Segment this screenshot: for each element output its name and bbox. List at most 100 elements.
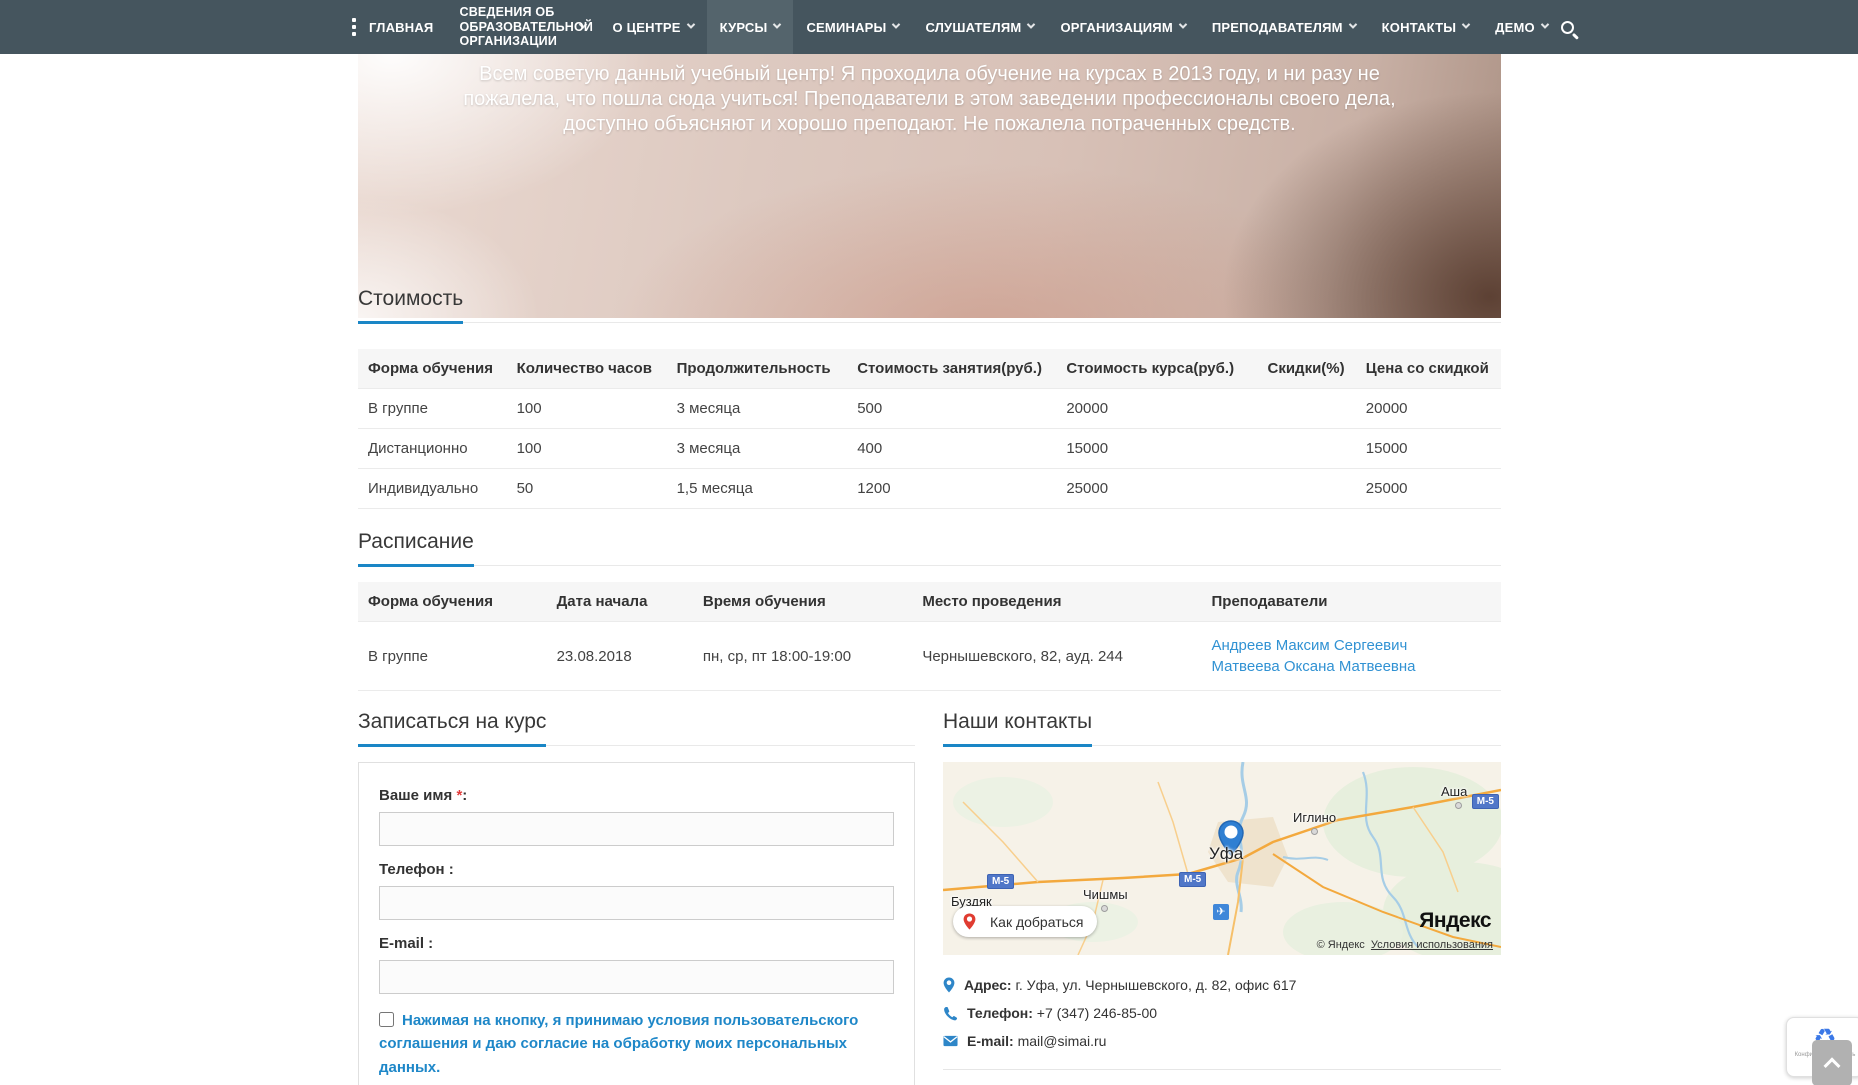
phone-input[interactable] [379, 886, 894, 920]
cost-section-head: Стоимость [358, 287, 1501, 323]
contacts-section-head: Наши контакты [943, 710, 1501, 746]
nav-item-demo[interactable]: ДЕМО [1482, 0, 1561, 54]
nav-item-about[interactable]: О ЦЕНТРЕ [599, 0, 706, 54]
nav-item-home[interactable]: ГЛАВНАЯ [356, 0, 446, 54]
schedule-title: Расписание [358, 530, 474, 567]
map-label-chishmy: Чишмы [1083, 887, 1128, 902]
col-header: Место проведения [912, 582, 1201, 622]
address-label: Адрес: [964, 977, 1012, 993]
scroll-to-top-button[interactable] [1812, 1040, 1852, 1085]
cell: 15000 [1056, 429, 1257, 469]
chevron-up-icon [1824, 1057, 1841, 1074]
chevron-down-icon [1027, 20, 1035, 28]
cell: 25000 [1356, 469, 1501, 509]
cell: 20000 [1056, 389, 1257, 429]
schedule-section: Расписание Форма обучения Дата начала Вр… [358, 530, 1501, 691]
page: ГЛАВНАЯ СВЕДЕНИЯ ОБ ОБРАЗОВАТЕЛЬНОЙ ОРГА… [0, 0, 1858, 1085]
col-header: Продолжительность [667, 349, 848, 389]
cell: Дистанционно [358, 429, 507, 469]
top-navigation: ГЛАВНАЯ СВЕДЕНИЯ ОБ ОБРАЗОВАТЕЛЬНОЙ ОРГА… [0, 0, 1858, 54]
cell: В группе [358, 389, 507, 429]
consent-row: Нажимая на кнопку, я принимаю условия по… [379, 1009, 894, 1079]
search-icon[interactable] [1561, 0, 1574, 54]
phone-label: Телефон: [967, 1005, 1033, 1021]
col-header: Дата начала [547, 582, 693, 622]
col-header: Цена со скидкой [1356, 349, 1501, 389]
phone-value: +7 (347) 246-85-00 [1037, 1005, 1157, 1021]
cell: 1,5 месяца [667, 469, 848, 509]
divider [943, 1069, 1501, 1070]
map-label-iglino: Иглино [1293, 810, 1336, 825]
cost-title: Стоимость [358, 287, 463, 324]
road-badge-m5: М-5 [1179, 872, 1206, 887]
map-town-dot [1311, 828, 1318, 835]
cell: 500 [847, 389, 1056, 429]
nav-inner: ГЛАВНАЯ СВЕДЕНИЯ ОБ ОБРАЗОВАТЕЛЬНОЙ ОРГА… [352, 0, 1512, 54]
contact-list: Адрес: г. Уфа, ул. Чернышевского, д. 82,… [943, 977, 1501, 1070]
nav-item-organizations[interactable]: ОРГАНИЗАЦИЯМ [1047, 0, 1198, 54]
consent-checkbox[interactable] [379, 1012, 394, 1027]
signup-title: Записаться на курс [358, 710, 546, 747]
map-label-ufa: Уфа [1209, 844, 1243, 864]
road-badge-m5: М-5 [1472, 794, 1499, 809]
chevron-down-icon [892, 20, 900, 28]
hero-testimonial-banner: Всем советую данный учебный центр! Я про… [358, 54, 1501, 318]
cost-table: Форма обучения Количество часов Продолжи… [358, 349, 1501, 509]
teachers-cell: Андреев Максим Сергеевич Матвеева Оксана… [1202, 622, 1501, 691]
contacts-section: Наши контакты А [943, 710, 1501, 1070]
name-input[interactable] [379, 812, 894, 846]
name-label: Ваше имя *: [379, 787, 894, 804]
signup-section-head: Записаться на курс [358, 710, 915, 746]
cell: В группе [358, 622, 547, 691]
map-attribution: © Яндекс Условия использования [1317, 939, 1493, 951]
col-header: Время обучения [693, 582, 912, 622]
chevron-down-icon [1541, 20, 1549, 28]
cell: 23.08.2018 [547, 622, 693, 691]
yandex-map[interactable]: Аша М-5 Иглино Уфа М-5 М-5 Чишмы Буздяк … [943, 762, 1501, 955]
cell: 25000 [1056, 469, 1257, 509]
map-label-asha: Аша [1441, 784, 1467, 799]
address-value: г. Уфа, ул. Чернышевского, д. 82, офис 6… [1016, 977, 1297, 993]
testimonial-text: Всем советую данный учебный центр! Я про… [457, 62, 1402, 137]
contact-address-row: Адрес: г. Уфа, ул. Чернышевского, д. 82,… [943, 977, 1501, 993]
cell: 3 месяца [667, 389, 848, 429]
nav-item-listeners[interactable]: СЛУШАТЕЛЯМ [912, 0, 1047, 54]
nav-item-contacts[interactable]: КОНТАКТЫ [1369, 0, 1482, 54]
table-row: В группе 100 3 месяца 500 20000 20000 [358, 389, 1501, 429]
phone-icon [943, 1006, 958, 1021]
contact-email-row: E-mail: mail@simai.ru [943, 1033, 1501, 1049]
chevron-down-icon [1179, 20, 1187, 28]
col-header: Количество часов [507, 349, 667, 389]
email-input[interactable] [379, 960, 894, 994]
col-header: Стоимость занятия(руб.) [847, 349, 1056, 389]
cell: 100 [507, 429, 667, 469]
cell: 20000 [1356, 389, 1501, 429]
cell: Чернышевского, 82, ауд. 244 [912, 622, 1201, 691]
chevron-down-icon [1462, 20, 1470, 28]
teacher-link[interactable]: Матвеева Оксана Матвеевна [1212, 658, 1491, 675]
teacher-link[interactable]: Андреев Максим Сергеевич [1212, 637, 1491, 654]
nav-item-org-info[interactable]: СВЕДЕНИЯ ОБ ОБРАЗОВАТЕЛЬНОЙ ОРГАНИЗАЦИИ [446, 0, 599, 54]
terms-of-use-link[interactable]: Условия использования [1371, 939, 1493, 951]
schedule-table-header-row: Форма обучения Дата начала Время обучени… [358, 582, 1501, 622]
table-row: В группе 23.08.2018 пн, ср, пт 18:00-19:… [358, 622, 1501, 691]
chevron-down-icon [686, 20, 694, 28]
col-header: Преподаватели [1202, 582, 1501, 622]
cell [1258, 469, 1356, 509]
airport-icon: ✈ [1213, 904, 1229, 920]
cell [1258, 389, 1356, 429]
nav-item-courses[interactable]: КУРСЫ [707, 0, 794, 54]
col-header: Стоимость курса(руб.) [1056, 349, 1257, 389]
red-pin-icon [957, 909, 982, 934]
signup-form: Ваше имя *: Телефон : E-mail : Нажимая н… [358, 762, 915, 1085]
cell: 1200 [847, 469, 1056, 509]
cell: 15000 [1356, 429, 1501, 469]
nav-item-teachers[interactable]: ПРЕПОДАВАТЕЛЯМ [1199, 0, 1369, 54]
consent-text[interactable]: Нажимая на кнопку, я принимаю условия по… [379, 1012, 858, 1076]
cell [1258, 429, 1356, 469]
nav-item-seminars[interactable]: СЕМИНАРЫ [793, 0, 912, 54]
directions-button[interactable]: Как добраться [953, 906, 1097, 937]
col-header: Скидки(%) [1258, 349, 1356, 389]
contact-phone-row: Телефон: +7 (347) 246-85-00 [943, 1005, 1501, 1021]
envelope-icon [943, 1035, 958, 1047]
